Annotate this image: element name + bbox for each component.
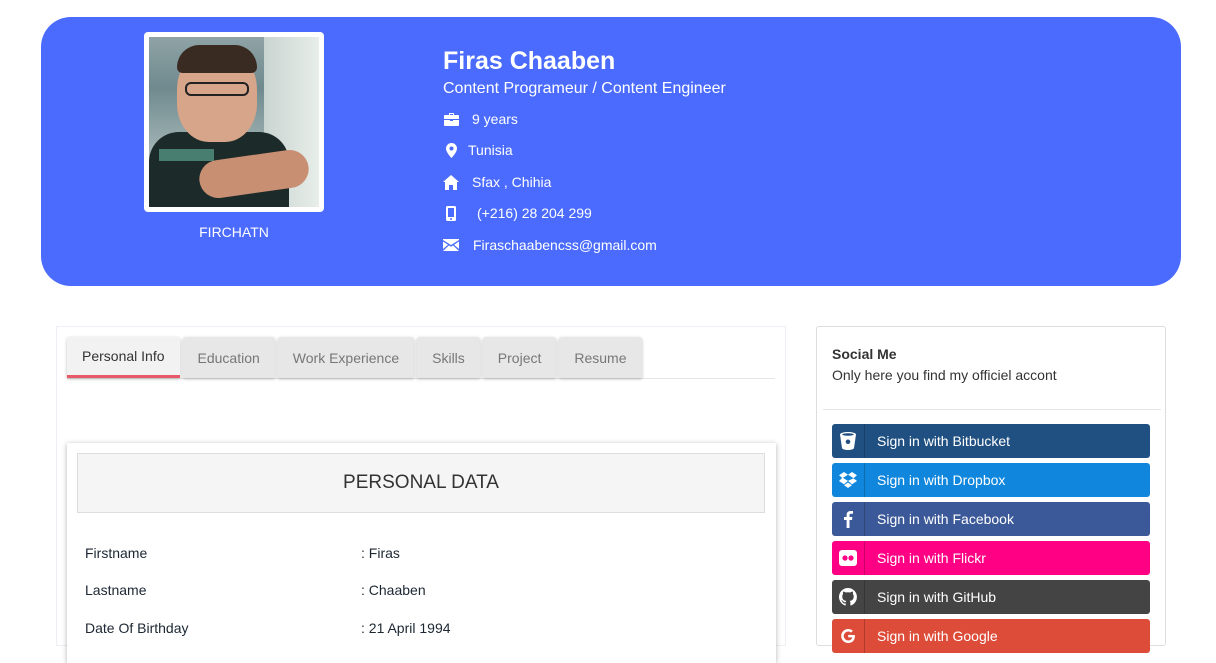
dropbox-icon [832, 463, 865, 497]
social-subtitle: Only here you find my officiel accont [832, 367, 1057, 383]
experience-row: 9 years [443, 111, 518, 127]
email-row: Firaschaabencss@gmail.com [443, 237, 657, 253]
facebook-button[interactable]: Sign in with Facebook [832, 502, 1150, 536]
profile-name: Firas Chaaben [443, 47, 616, 75]
field-label: Lastname [85, 582, 147, 598]
mobile-phone-icon [443, 205, 459, 221]
button-label: Sign in with Google [877, 628, 998, 644]
avatar-frame [144, 32, 324, 212]
button-label: Sign in with Flickr [877, 550, 986, 566]
experience-text: 9 years [472, 111, 518, 127]
tab-skills[interactable]: Skills [417, 337, 480, 378]
github-button[interactable]: Sign in with GitHub [832, 580, 1150, 614]
profile-tabs-card: Personal Info Education Work Experience … [56, 326, 786, 663]
google-icon [832, 619, 865, 653]
tab-work-experience[interactable]: Work Experience [277, 337, 415, 378]
dropbox-button[interactable]: Sign in with Dropbox [832, 463, 1150, 497]
phone-text: (+216) 28 204 299 [477, 205, 592, 221]
profile-header: FIRCHATN Firas Chaaben Content Programeu… [41, 17, 1181, 286]
country-row: Tunisia [443, 142, 513, 158]
briefcase-icon [443, 111, 459, 127]
button-label: Sign in with Dropbox [877, 472, 1006, 488]
tab-education[interactable]: Education [182, 337, 275, 378]
divider [823, 409, 1161, 410]
tab-resume[interactable]: Resume [559, 337, 642, 378]
envelope-icon [443, 237, 459, 253]
username: FIRCHATN [199, 224, 269, 240]
field-label: Date Of Birthday [85, 620, 189, 636]
button-label: Sign in with Facebook [877, 511, 1014, 527]
address-text: Sfax , Chihia [472, 174, 552, 190]
bitbucket-button[interactable]: Sign in with Bitbucket [832, 424, 1150, 458]
address-row: Sfax , Chihia [443, 174, 551, 190]
avatar [149, 37, 319, 207]
social-title: Social Me [832, 346, 897, 362]
social-card: Social Me Only here you find my officiel… [816, 326, 1166, 653]
profile-role: Content Programeur / Content Engineer [443, 80, 726, 97]
google-button[interactable]: Sign in with Google [832, 619, 1150, 653]
personal-data-panel: PERSONAL DATA Firstname : Firas Lastname… [67, 443, 776, 663]
email-text: Firaschaabencss@gmail.com [473, 237, 657, 253]
phone-row: (+216) 28 204 299 [443, 205, 592, 221]
tab-personal-info[interactable]: Personal Info [67, 337, 180, 378]
bitbucket-icon [832, 424, 865, 458]
field-label: Firstname [85, 545, 148, 561]
map-marker-icon [443, 142, 459, 158]
button-label: Sign in with GitHub [877, 589, 997, 605]
field-value: : 21 April 1994 [361, 620, 451, 636]
tab-project[interactable]: Project [482, 337, 557, 378]
panel-title: PERSONAL DATA [77, 453, 765, 513]
flickr-button[interactable]: Sign in with Flickr [832, 541, 1150, 575]
facebook-icon [832, 502, 865, 536]
button-label: Sign in with Bitbucket [877, 433, 1011, 449]
field-value: : Chaaben [361, 582, 426, 598]
tab-bar: Personal Info Education Work Experience … [67, 337, 775, 379]
github-icon [832, 580, 865, 614]
flickr-icon [832, 541, 865, 575]
country-text: Tunisia [468, 142, 513, 158]
home-icon [443, 174, 459, 190]
field-value: : Firas [361, 545, 400, 561]
